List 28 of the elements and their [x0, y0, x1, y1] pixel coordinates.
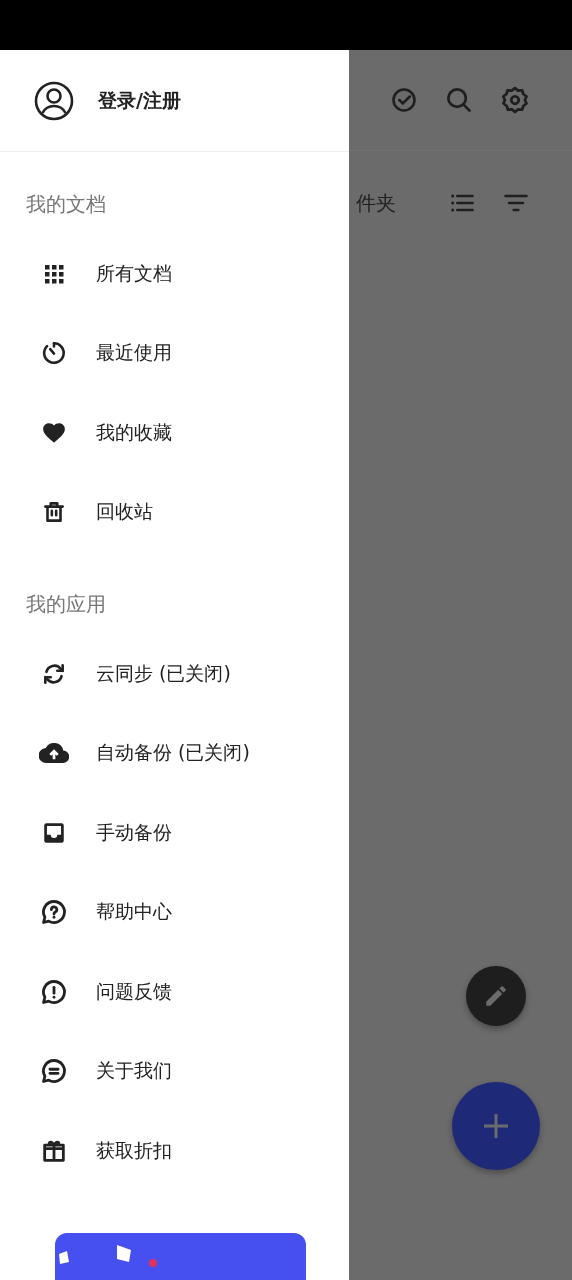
alert-bubble-icon — [40, 977, 68, 1006]
search-icon — [444, 85, 474, 115]
drawer-menu-item[interactable]: 自动备份 (已关闭) — [0, 713, 349, 793]
edit-fab-button[interactable] — [466, 966, 526, 1026]
login-register-link[interactable]: 登录/注册 — [98, 87, 181, 114]
drawer-menu-item[interactable]: 问题反馈 — [0, 952, 349, 1032]
add-fab-button[interactable] — [452, 1082, 540, 1170]
drawer-menu-item[interactable]: 最近使用 — [0, 313, 349, 393]
section-heading: 我的应用 — [25, 591, 107, 618]
promo-banner[interactable] — [55, 1232, 306, 1280]
help-bubble-icon — [40, 898, 68, 927]
plus-icon — [483, 1113, 509, 1139]
drawer-menu-item[interactable]: 获取折扣 — [0, 1111, 349, 1191]
settings-icon — [500, 85, 530, 115]
drawer-menu-item[interactable]: 我的收藏 — [0, 393, 349, 473]
drawer-menu-item[interactable]: 手动备份 — [0, 793, 349, 873]
timer-icon — [41, 340, 67, 367]
check-circle-icon — [390, 86, 418, 114]
section-heading: 我的文档 — [25, 191, 107, 218]
drawer-menu-item[interactable]: 所有文档 — [0, 234, 349, 314]
drawer-menu-item[interactable]: 关于我们 — [0, 1031, 349, 1111]
chat-bubble-icon — [40, 1057, 68, 1086]
folder-label: 件夹 — [356, 189, 396, 217]
pencil-icon — [483, 983, 509, 1009]
drawer-menu-item[interactable]: 帮助中心 — [0, 872, 349, 952]
drawer-menu-item[interactable]: 云同步 (已关闭) — [0, 634, 349, 714]
drawer-menu-item[interactable]: 回收站 — [0, 472, 349, 552]
user-avatar-icon — [34, 80, 74, 121]
